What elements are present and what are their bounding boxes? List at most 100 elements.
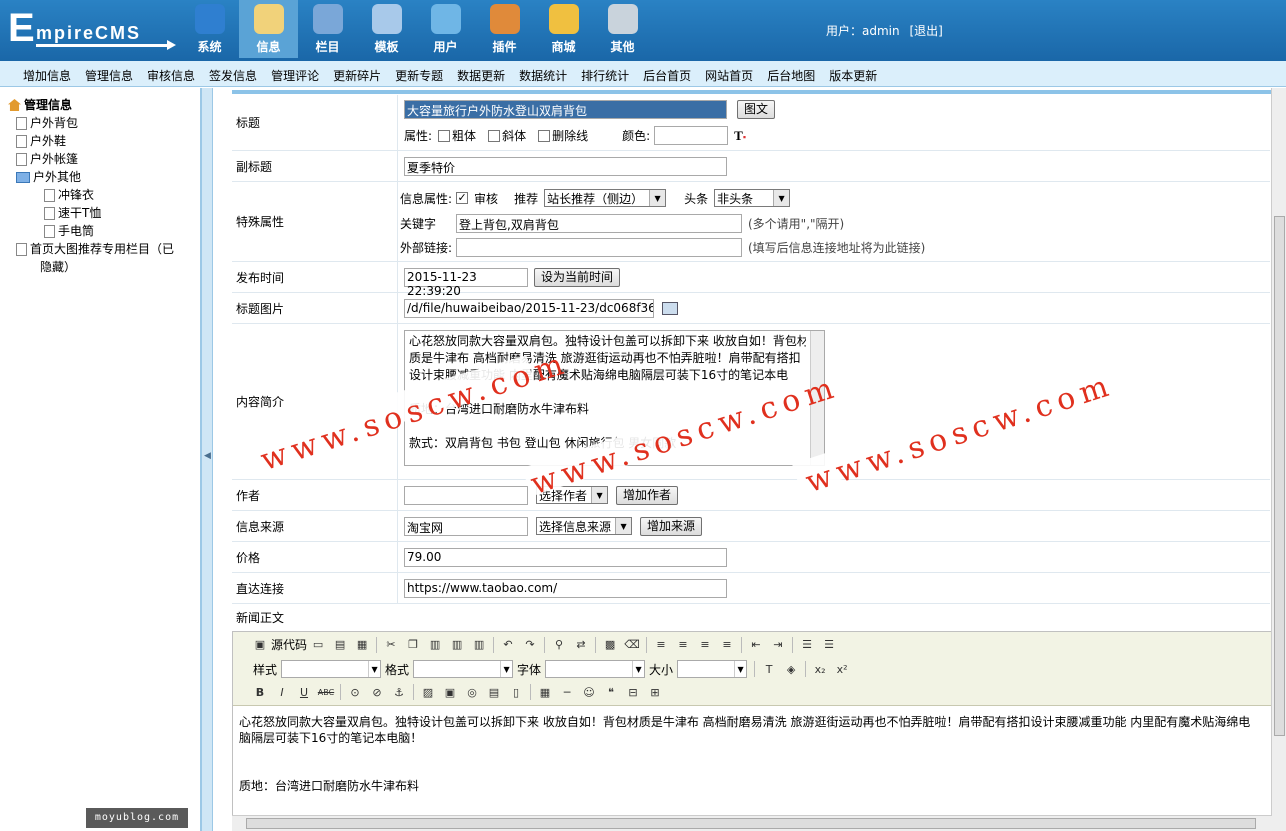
panel-splitter[interactable]: ◀ [201, 88, 213, 831]
nav-plugin[interactable]: 插件 [475, 0, 534, 58]
underline-icon[interactable]: U [296, 684, 312, 700]
direct-link-input[interactable]: https://www.taobao.com/ [404, 578, 727, 598]
italic-icon[interactable]: I [274, 684, 290, 700]
media-icon[interactable]: ◎ [464, 684, 480, 700]
remove-format-icon[interactable]: ⌫ [624, 637, 640, 653]
nav-system[interactable]: 系统 [180, 0, 239, 58]
bullet-list-icon[interactable]: ☰ [821, 637, 837, 653]
subnav-item[interactable]: 后台地图 [760, 61, 822, 86]
bold-checkbox[interactable] [438, 129, 451, 142]
source-input[interactable]: 淘宝网 [404, 516, 528, 536]
undo-icon[interactable]: ↶ [500, 637, 516, 653]
subnav-item[interactable]: 网站首页 [698, 61, 760, 86]
set-current-time-button[interactable]: 设为当前时间 [534, 267, 621, 287]
align-center-icon[interactable]: ≡ [675, 637, 691, 653]
page-break-icon[interactable]: ⊟ [625, 684, 641, 700]
tree-item[interactable]: 手电筒 [8, 222, 200, 240]
format-combo[interactable]: ▼ [413, 660, 514, 678]
headline-select[interactable]: 非头条 ▼ [714, 189, 791, 207]
cut-icon[interactable]: ✂ [383, 637, 399, 653]
paste-text-icon[interactable]: ▥ [449, 637, 465, 653]
nav-template[interactable]: 模板 [357, 0, 416, 58]
align-left-icon[interactable]: ≡ [653, 637, 669, 653]
source-code-button[interactable]: 源代码 [271, 636, 307, 653]
subnav-item[interactable]: 版本更新 [822, 61, 884, 86]
page-horizontal-scrollbar[interactable] [232, 815, 1272, 831]
preview-icon[interactable]: ▤ [332, 637, 348, 653]
table-icon[interactable]: ▦ [537, 684, 553, 700]
nav-info[interactable]: 信息 [239, 0, 298, 58]
horizontal-rule-icon[interactable]: ─ [559, 684, 575, 700]
attachment-icon[interactable]: ▤ [486, 684, 502, 700]
template-icon[interactable]: ▦ [354, 637, 370, 653]
select-image-icon[interactable] [662, 301, 678, 315]
image-icon[interactable]: ▨ [420, 684, 436, 700]
replace-icon[interactable]: ⇄ [573, 637, 589, 653]
tree-item[interactable]: 户外帐篷 [8, 150, 200, 168]
picture-text-button[interactable]: 图文 [737, 100, 776, 119]
subnav-item[interactable]: 审核信息 [140, 61, 202, 86]
tree-item[interactable]: 冲锋衣 [8, 186, 200, 204]
indent-icon[interactable]: ⇥ [770, 637, 786, 653]
subnav-item[interactable]: 管理评论 [264, 61, 326, 86]
style-combo[interactable]: ▼ [281, 660, 382, 678]
unlink-icon[interactable]: ⊘ [369, 684, 385, 700]
audit-checkbox[interactable] [456, 192, 469, 204]
bold-icon[interactable]: B [252, 684, 268, 700]
recommend-select[interactable]: 站长推荐（侧边） ▼ [544, 189, 667, 207]
select-all-icon[interactable]: ▩ [602, 637, 618, 653]
bg-color-icon[interactable]: ◈ [783, 661, 799, 677]
tree-item[interactable]: 首页大图推荐专用栏目（已 [8, 240, 200, 258]
title-input[interactable]: 大容量旅行户外防水登山双肩背包 [404, 100, 727, 119]
nav-column[interactable]: 栏目 [298, 0, 357, 58]
add-author-button[interactable]: 增加作者 [616, 485, 679, 505]
keywords-input[interactable]: 登上背包,双肩背包 [456, 214, 742, 233]
align-right-icon[interactable]: ≡ [697, 637, 713, 653]
subnav-item[interactable]: 更新专题 [388, 61, 450, 86]
title-pic-input[interactable]: /d/file/huwaibeibao/2015-11-23/dc068f367… [404, 298, 654, 318]
italic-checkbox[interactable] [488, 129, 501, 142]
quote-icon[interactable]: ❝ [603, 684, 619, 700]
nav-user[interactable]: 用户 [416, 0, 475, 58]
superscript-icon[interactable]: x² [834, 661, 850, 677]
subtitle-input[interactable]: 夏季特价 [404, 157, 727, 176]
source-code-icon[interactable]: ▣ [252, 637, 268, 653]
subnav-item[interactable]: 更新碎片 [326, 61, 388, 86]
subnav-item[interactable]: 增加信息 [16, 61, 78, 86]
nav-other[interactable]: 其他 [593, 0, 652, 58]
link-icon[interactable]: ⊙ [347, 684, 363, 700]
external-link-input[interactable] [456, 238, 742, 257]
smiley-icon[interactable]: ☺ [581, 684, 597, 700]
paste-icon[interactable]: ▥ [427, 637, 443, 653]
code-icon[interactable]: ⊞ [647, 684, 663, 700]
subnav-item[interactable]: 数据更新 [450, 61, 512, 86]
price-input[interactable]: 79.00 [404, 547, 727, 567]
numbered-list-icon[interactable]: ☰ [799, 637, 815, 653]
anchor-icon[interactable]: ⚓ [391, 684, 407, 700]
editor-content[interactable]: 心花怒放同款大容量双肩包。独特设计包盖可以拆卸下来 收放自如！背包材质是牛津布 … [233, 706, 1271, 802]
source-select[interactable]: 选择信息来源 ▼ [536, 517, 633, 535]
align-justify-icon[interactable]: ≡ [719, 637, 735, 653]
file-icon[interactable]: ▯ [508, 684, 524, 700]
logout-link[interactable]: [退出] [909, 24, 942, 38]
add-source-button[interactable]: 增加来源 [640, 516, 703, 536]
page-vertical-scrollbar[interactable] [1271, 88, 1286, 831]
text-color-icon[interactable]: T [761, 661, 777, 677]
find-icon[interactable]: ⚲ [551, 637, 567, 653]
subnav-item[interactable]: 签发信息 [202, 61, 264, 86]
tree-item[interactable]: 户外其他 [8, 168, 200, 186]
flash-icon[interactable]: ▣ [442, 684, 458, 700]
size-combo[interactable]: ▼ [677, 660, 748, 678]
tree-item[interactable]: 户外鞋 [8, 132, 200, 150]
tree-item[interactable]: 速干T恤 [8, 204, 200, 222]
font-combo[interactable]: ▼ [545, 660, 646, 678]
tree-item[interactable]: 户外背包 [8, 114, 200, 132]
subnav-item[interactable]: 管理信息 [78, 61, 140, 86]
subnav-item[interactable]: 数据统计 [512, 61, 574, 86]
subnav-item[interactable]: 后台首页 [636, 61, 698, 86]
strikethrough-icon[interactable]: ABC [318, 684, 334, 700]
strike-checkbox[interactable] [538, 129, 551, 142]
save-icon[interactable]: ▭ [310, 637, 326, 653]
publish-time-input[interactable]: 2015-11-23 22:39:20 [404, 267, 528, 298]
subscript-icon[interactable]: x₂ [812, 661, 828, 677]
